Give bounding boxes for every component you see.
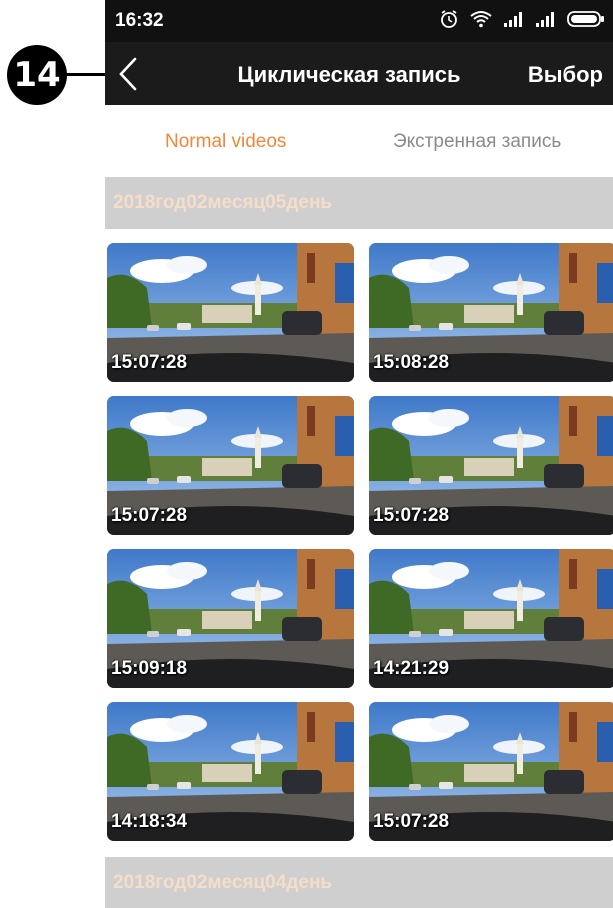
video-time-label: 15:07:28 <box>111 505 188 526</box>
top-navigation-bar: Циклическая запись Выбор <box>105 42 613 105</box>
phone-screen: 16:32 Циклическая запись Выбор Normal vi… <box>105 0 613 908</box>
status-bar: 16:32 <box>105 0 613 42</box>
video-thumbnail[interactable]: 15:07:28 <box>107 396 354 535</box>
video-thumbnail[interactable]: 14:21:29 <box>369 549 613 688</box>
date-header: 2018год02месяц05день <box>105 177 613 229</box>
tab-normal-videos[interactable]: Normal videos <box>165 131 286 153</box>
video-thumbnail[interactable]: 15:07:28 <box>369 396 613 535</box>
video-type-tabs: Normal videos Экстренная запись <box>105 105 613 177</box>
date-header-label: 2018год02месяц05день <box>113 192 333 213</box>
signal-icon <box>504 12 522 27</box>
status-icons <box>439 9 605 29</box>
video-thumbnail[interactable]: 15:07:28 <box>369 702 613 841</box>
alarm-icon <box>441 10 457 28</box>
video-time-label: 15:08:28 <box>373 352 450 373</box>
video-thumbnail[interactable]: 15:07:28 <box>107 243 354 382</box>
video-time-label: 15:07:28 <box>373 505 450 526</box>
video-thumbnail[interactable]: 15:08:28 <box>369 243 613 382</box>
select-button[interactable]: Выбор <box>528 62 603 88</box>
video-time-label: 15:09:18 <box>111 658 188 679</box>
tab-emergency-recording[interactable]: Экстренная запись <box>393 131 561 153</box>
date-header-2: 2018год02месяц04день <box>105 857 613 908</box>
wifi-icon <box>470 11 492 28</box>
video-time-label: 14:21:29 <box>373 658 450 679</box>
annotation-badge: 14 <box>7 45 67 105</box>
date-header-label-2: 2018год02месяц04день <box>113 872 333 893</box>
signal-icon-2 <box>536 12 554 27</box>
video-thumbnail[interactable]: 14:18:34 <box>107 702 354 841</box>
video-time-label: 15:07:28 <box>111 352 188 373</box>
status-time: 16:32 <box>115 10 164 31</box>
video-time-label: 14:18:34 <box>111 811 188 832</box>
battery-icon <box>567 11 604 27</box>
video-thumbnail[interactable]: 15:09:18 <box>107 549 354 688</box>
video-time-label: 15:07:28 <box>373 811 450 832</box>
